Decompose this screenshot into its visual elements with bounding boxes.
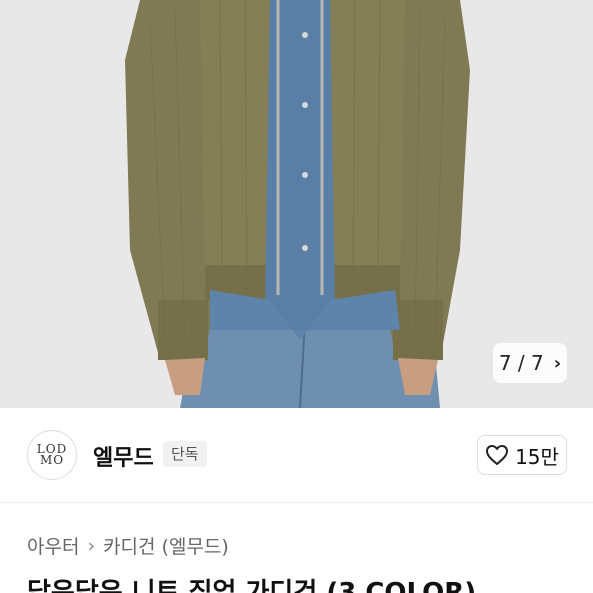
chevron-right-icon: › — [553, 352, 562, 374]
image-counter[interactable]: 7 / 7 › — [493, 343, 567, 383]
like-count: 15만 — [515, 444, 559, 469]
shop-name[interactable]: 엘무드 — [93, 440, 154, 472]
product-detail-screen: 7 / 7 › LOD MO 엘무드 단독 15만 아우터 › 카디건 (엘무드… — [0, 0, 593, 593]
breadcrumb: 아우터 › 카디건 (엘무드) — [27, 532, 229, 559]
breadcrumb-item-outer[interactable]: 아우터 — [27, 532, 79, 559]
breadcrumb-item-cardigan[interactable]: 카디건 (엘무드) — [103, 532, 229, 559]
chevron-right-icon: › — [87, 534, 96, 557]
shop-logo[interactable]: LOD MO — [27, 430, 77, 480]
heart-icon — [486, 445, 509, 465]
seller-row: LOD MO 엘무드 단독 15만 — [0, 408, 593, 503]
shop-logo-text: LOD MO — [36, 442, 68, 467]
exclusive-badge: 단독 — [163, 441, 207, 467]
like-button[interactable]: 15만 — [477, 435, 567, 475]
product-title: 답은답은 니트 집업 가디건 (3 COLOR) — [27, 578, 477, 593]
image-counter-text: 7 / 7 — [498, 351, 544, 375]
product-image[interactable]: 7 / 7 › — [0, 0, 593, 408]
